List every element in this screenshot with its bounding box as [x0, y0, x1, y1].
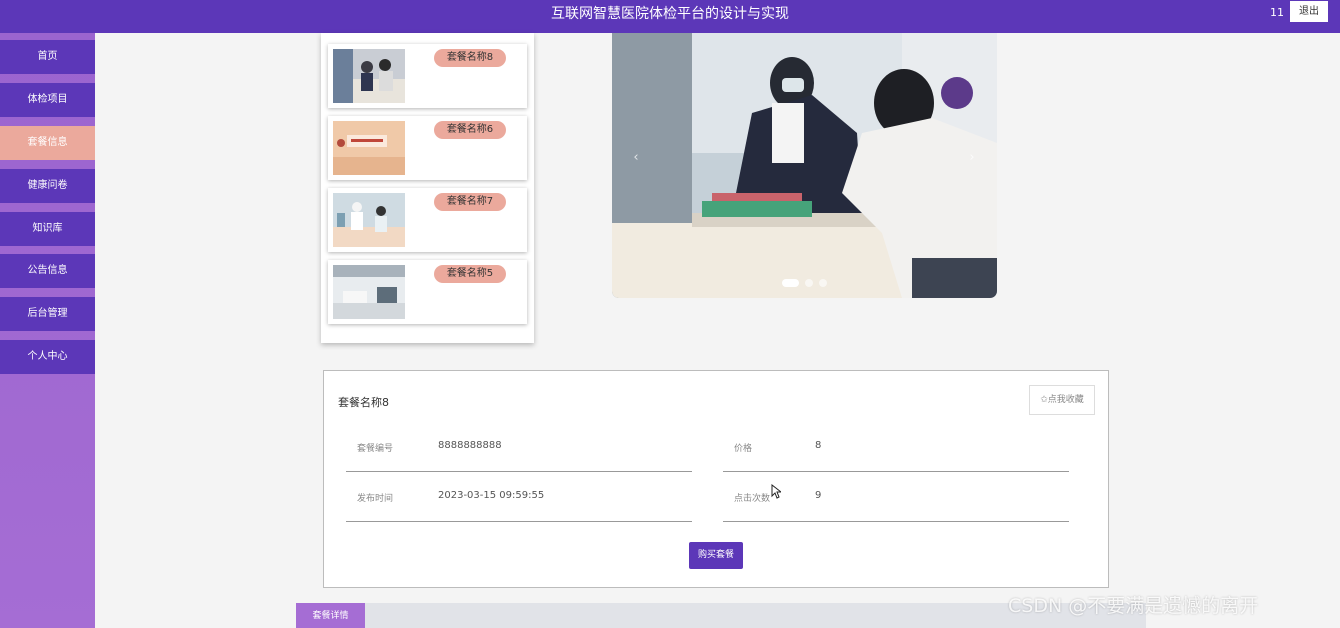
carousel-dot[interactable]	[805, 279, 813, 287]
package-name-tag[interactable]: 套餐名称5	[434, 265, 506, 283]
sidebar-item-questionnaire[interactable]: 健康问卷	[0, 169, 95, 203]
carousel-image	[612, 33, 997, 298]
package-thumbnail[interactable]	[333, 49, 405, 103]
field-label: 价格	[734, 444, 753, 454]
sidebar-item-personal[interactable]: 个人中心	[0, 340, 95, 374]
username[interactable]: 11	[1270, 6, 1284, 19]
package-name-tag[interactable]: 套餐名称8	[434, 49, 506, 67]
top-bar: 互联网智慧医院体检平台的设计与实现 11 退出	[0, 0, 1340, 33]
mouse-cursor-icon	[771, 484, 781, 499]
package-thumbnail[interactable]	[333, 265, 405, 319]
package-card[interactable]: 套餐名称5	[328, 260, 527, 324]
field-value: 2023-03-15 09:59:55	[438, 490, 545, 501]
package-card[interactable]: 套餐名称6	[328, 116, 527, 180]
favorite-button[interactable]: ✩点我收藏	[1029, 385, 1095, 415]
package-name-tag[interactable]: 套餐名称7	[434, 193, 506, 211]
tab-package-detail[interactable]: 套餐详情	[296, 603, 365, 628]
package-name-tag[interactable]: 套餐名称6	[434, 121, 506, 139]
carousel-dot[interactable]	[819, 279, 827, 287]
field-package-number: 套餐编号 8888888888	[346, 424, 692, 472]
field-label: 点击次数	[734, 494, 771, 504]
sidebar-item-admin[interactable]: 后台管理	[0, 297, 95, 331]
package-card[interactable]: 套餐名称7	[328, 188, 527, 252]
buy-package-button[interactable]: 购买套餐	[689, 542, 743, 569]
field-value: 8888888888	[438, 440, 502, 451]
field-label: 套餐编号	[357, 444, 394, 454]
package-title: 套餐名称8	[338, 396, 389, 409]
logout-button[interactable]: 退出	[1290, 1, 1328, 22]
package-card[interactable]: 套餐名称8	[328, 44, 527, 108]
field-value: 9	[815, 490, 822, 501]
watermark: CSDN @不要满是遗憾的离开	[1008, 595, 1259, 617]
field-value: 8	[815, 440, 822, 451]
sidebar-item-packages[interactable]: 套餐信息	[0, 126, 95, 160]
package-detail-panel: 套餐名称8 ✩点我收藏 套餐编号 8888888888 价格 8 发布时间 20…	[323, 370, 1109, 588]
carousel-dot-active[interactable]	[782, 279, 799, 287]
sidebar-item-notices[interactable]: 公告信息	[0, 254, 95, 288]
site-title: 互联网智慧医院体检平台的设计与实现	[551, 6, 789, 22]
image-carousel[interactable]: ‹ ›	[612, 33, 997, 298]
sidebar-item-home[interactable]: 首页	[0, 40, 95, 74]
sidebar-item-exam-items[interactable]: 体检项目	[0, 83, 95, 117]
field-publish-time: 发布时间 2023-03-15 09:59:55	[346, 474, 692, 522]
package-list: 套餐名称8 套餐名称6 套餐名称7 套餐名称5	[321, 33, 534, 343]
sidebar-item-knowledge[interactable]: 知识库	[0, 212, 95, 246]
carousel-prev-icon[interactable]: ‹	[624, 146, 648, 170]
sidebar: 首页 体检项目 套餐信息 健康问卷 知识库 公告信息 后台管理 个人中心	[0, 33, 95, 628]
package-thumbnail[interactable]	[333, 193, 405, 247]
package-thumbnail[interactable]	[333, 121, 405, 175]
carousel-next-icon[interactable]: ›	[960, 146, 984, 170]
field-price: 价格 8	[723, 424, 1069, 472]
field-label: 发布时间	[357, 494, 394, 504]
